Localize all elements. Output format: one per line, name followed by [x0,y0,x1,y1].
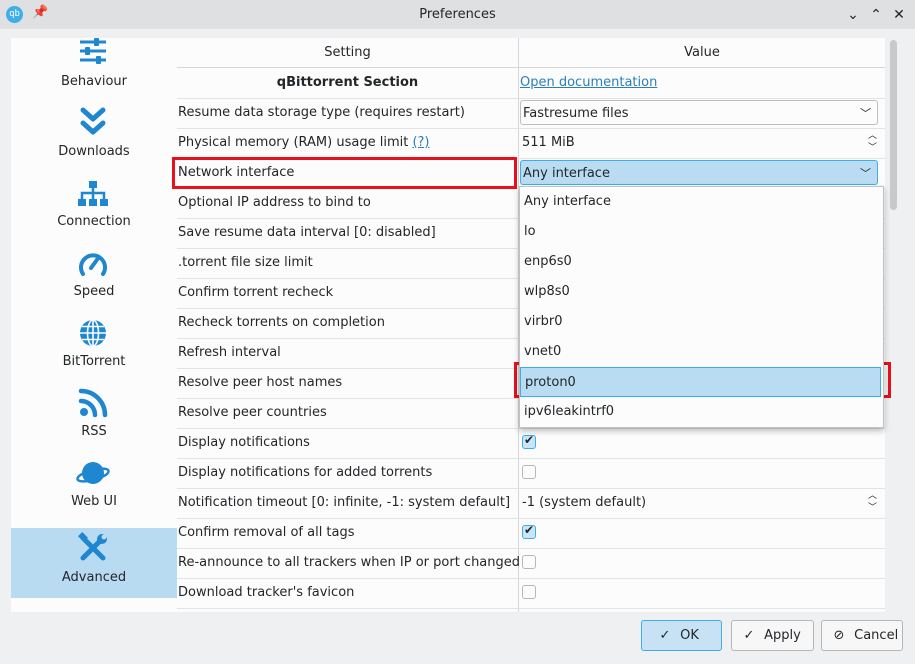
setting-label: Re-announce to all trackers when IP or p… [178,555,521,570]
setting-label: Recheck torrents on completion [178,315,385,330]
close-button[interactable]: ✕ [889,5,909,25]
dropdown-option[interactable]: wlp8s0 [520,277,881,307]
setting-label: Physical memory (RAM) usage limit (?) [178,128,430,158]
sidebar-item-label: Behaviour [61,74,127,89]
sidebar-item-bittorrent[interactable]: BitTorrent [11,310,177,380]
dropdown-option[interactable]: Any interface [520,187,881,217]
chevron-down-icon: ﹀ [860,107,871,120]
minimize-button[interactable]: ⌄ [843,5,863,25]
sidebar-item-behaviour[interactable]: Behaviour [11,38,177,100]
sidebar-item-rss[interactable]: RSS [11,380,177,450]
ok-button[interactable]: ✓ OK [641,620,722,651]
sidebar-item-label: BitTorrent [62,354,126,369]
setting-label: Refresh interval [178,345,281,360]
sidebar-item-label: RSS [81,424,107,439]
rss-icon [73,388,113,424]
memory-limit-spinbox[interactable]: 511 MiB [522,128,575,158]
sidebar-item-web-ui[interactable]: Web UI [11,450,177,520]
sidebar-item-speed[interactable]: Speed [11,240,177,310]
highlight-network-interface [172,157,517,189]
setting-label: Display notifications for added torrents [178,465,433,480]
spin-arrows-icon[interactable]: ︿ ﹀ [868,490,877,514]
table-row: Display notifications ✔ [177,428,885,459]
vertical-scrollbar[interactable] [886,38,902,612]
network-interface-combo[interactable]: Any interface ﹀ [520,160,878,185]
tracker-favicon-checkbox[interactable] [522,585,536,599]
chevron-down-icon: ﹀ [860,167,871,180]
cancel-icon: ⊘ [833,628,845,643]
combo-value: Any interface [523,166,610,181]
table-row: Physical memory (RAM) usage limit (?) 51… [177,128,885,159]
table-row: Download tracker's favicon [177,578,885,609]
sidebar: Behaviour Downloads Connection Speed Bit… [11,38,178,612]
setting-label: Notification timeout [0: infinite, -1: s… [178,495,511,510]
planet-icon [73,458,113,494]
setting-label: Confirm torrent recheck [178,285,334,300]
spin-arrows-icon[interactable]: ︿ ﹀ [868,130,877,154]
dropdown-option-selected[interactable]: proton0 [520,367,881,397]
help-link[interactable]: (?) [412,135,429,150]
dropdown-option[interactable]: virbr0 [520,307,881,337]
confirm-remove-tags-checkbox[interactable]: ✔ [522,523,536,539]
wrench-screwdriver-icon [73,532,113,568]
cancel-label: Cancel [854,628,899,643]
title-bar: qb 📌 Preferences ⌄ ⌃ ✕ [0,0,915,29]
sidebar-item-label: Advanced [61,570,127,585]
reannounce-checkbox[interactable] [522,555,536,569]
open-documentation-link[interactable]: Open documentation [520,68,657,98]
table-row: Confirm removal of all tags ✔ [177,518,885,549]
scrollbar-thumb[interactable] [890,40,897,210]
setting-text: Physical memory (RAM) usage limit [178,135,409,150]
notifications-added-checkbox[interactable] [522,465,536,479]
sidebar-item-connection[interactable]: Connection [11,170,177,240]
speedometer-icon [73,248,113,284]
sidebar-item-advanced[interactable]: Advanced [11,528,177,598]
sidebar-item-label: Connection [57,214,131,229]
table-row: Re-announce to all trackers when IP or p… [177,548,885,579]
dropdown-option[interactable]: vnet0 [520,337,881,367]
dropdown-option[interactable]: enp6s0 [520,247,881,277]
sidebar-item-downloads[interactable]: Downloads [11,100,177,170]
apply-button[interactable]: ✓ Apply [731,620,814,651]
globe-icon [73,318,113,354]
setting-label: Download tracker's favicon [178,585,355,600]
table-row: Display notifications for added torrents [177,458,885,489]
setting-label: Resolve peer host names [178,375,343,390]
notification-timeout-spinbox[interactable]: -1 (system default) [522,488,646,518]
dropdown-option[interactable]: ipv6leakintrf0 [520,397,881,427]
checkmark-icon: ✔ [524,523,535,537]
setting-label: .torrent file size limit [178,255,313,270]
column-header-setting[interactable]: Setting [177,38,518,68]
network-interface-dropdown: Any interface lo enp6s0 wlp8s0 virbr0 vn… [519,186,884,428]
apply-label: Apply [764,628,801,643]
window-title: Preferences [419,7,496,22]
double-chevron-down-icon [73,106,113,142]
setting-label: Resolve peer countries [178,405,327,420]
setting-label: Resume data storage type (requires resta… [178,105,465,120]
maximize-button[interactable]: ⌃ [866,5,886,25]
ok-label: OK [680,628,699,643]
table-row: Resume data storage type (requires resta… [177,98,885,129]
combo-value: Fastresume files [523,106,629,121]
sliders-icon [73,38,113,72]
sidebar-item-label: Speed [73,284,115,299]
cancel-button[interactable]: ⊘ Cancel [821,620,903,651]
check-icon: ✓ [659,628,671,643]
section-row: qBittorrent Section Open documentation [177,68,885,99]
setting-label: Display notifications [178,435,310,450]
checkmark-icon: ✔ [524,433,535,447]
display-notifications-checkbox[interactable]: ✔ [522,433,536,449]
column-header-value[interactable]: Value [519,38,885,68]
sidebar-item-label: Downloads [58,144,130,159]
table-row: Notification timeout [0: infinite, -1: s… [177,488,885,519]
sidebar-item-label: Web UI [71,494,117,509]
section-title: qBittorrent Section [276,75,419,90]
setting-label: Save resume data interval [0: disabled] [178,225,436,240]
setting-label: Optional IP address to bind to [178,195,371,210]
check-icon: ✓ [743,628,755,643]
resume-storage-combo[interactable]: Fastresume files ﹀ [520,100,878,125]
network-icon [73,180,113,216]
setting-label: Confirm removal of all tags [178,525,355,540]
dropdown-option[interactable]: lo [520,217,881,247]
